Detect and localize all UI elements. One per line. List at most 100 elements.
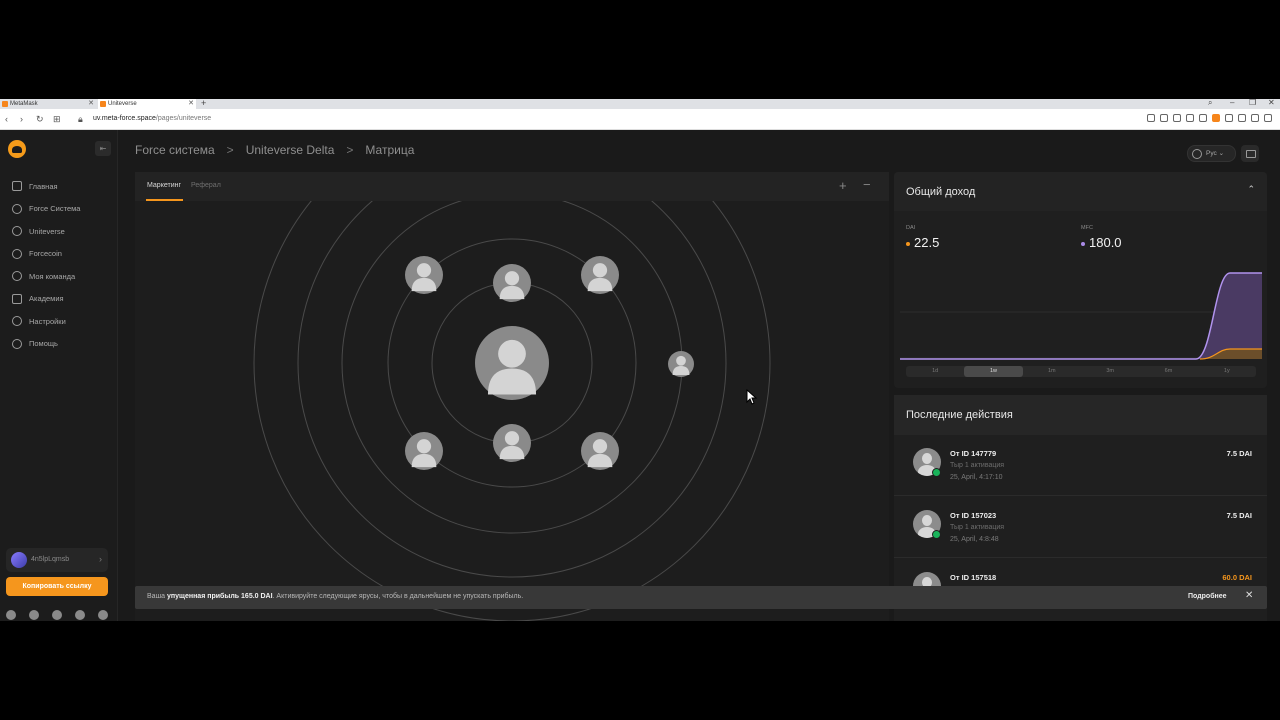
maximize-icon[interactable]: ❐ [1249,99,1256,107]
sidebar-item-academy[interactable]: Академия [12,288,80,311]
extension-icon[interactable] [1147,114,1155,122]
sidebar-item-label: Настройки [29,316,66,326]
url-path: /pages/uniteverse [155,115,212,122]
mfc-label: MFC [1081,225,1093,231]
income-header[interactable]: Общий доход ⌃ [894,172,1267,211]
mfc-value: 180.0 [1089,235,1122,250]
activity-item[interactable]: От ID 147779 Тыр 1 активация 25, April, … [894,435,1267,496]
menu-icon[interactable] [1264,114,1272,122]
partner-slot-avatar[interactable] [581,256,619,294]
user-name: 4n5lpLqmsb [31,556,70,563]
range-3m[interactable]: 3m [1081,366,1139,377]
partner-slot-avatar[interactable] [493,264,531,302]
sun-icon [12,203,22,214]
url-field[interactable]: uv.meta-force.space/pages/uniteverse [93,115,211,122]
sidebar-item-label: Forcecoin [29,249,62,259]
range-1d[interactable]: 1d [906,366,964,377]
partner-slot-avatar[interactable] [668,351,694,377]
home-icon [12,181,22,192]
partner-slot-avatar[interactable] [405,256,443,294]
sidebar-item-team[interactable]: Моя команда [12,265,80,288]
address-bar: ‹ › ↻ ⊞ 🔒︎ uv.meta-force.space/pages/uni… [0,109,1280,130]
instagram-icon[interactable] [98,610,108,620]
sidebar-item-settings[interactable]: Настройки [12,310,80,333]
close-tab-icon[interactable]: ✕ [88,99,94,109]
activity-time: 25, April, 4:8:48 [950,536,999,543]
breadcrumb-force-system[interactable]: Force система [135,143,215,157]
close-icon[interactable]: ✕ [1245,590,1253,601]
tab-metamask[interactable]: MetaMask ✕ [0,99,96,109]
partner-slot-avatar[interactable] [493,424,531,462]
metamask-extension-icon[interactable] [1212,114,1220,122]
chevron-up-icon[interactable]: ⌃ [1247,184,1255,195]
sidebar-item-forcecoin[interactable]: Forcecoin [12,243,80,266]
heart-icon[interactable] [1199,114,1207,122]
sidebar-item-force-system[interactable]: Force Система [12,198,80,221]
apps-icon[interactable]: ⊞ [53,114,61,125]
sidebar-item-uniteverse[interactable]: Uniteverse [12,220,80,243]
zoom-out-button[interactable]: − [863,177,871,192]
telegram-icon[interactable] [52,610,62,620]
download-icon[interactable] [1238,114,1246,122]
sidebar-item-label: Главная [29,181,58,191]
back-icon[interactable]: ‹ [5,114,8,124]
close-window-icon[interactable]: ✕ [1268,99,1275,107]
forward-icon[interactable]: › [20,114,23,124]
reload-icon[interactable]: ↻ [36,114,44,125]
notice-prefix: Ваша [147,593,166,600]
activity-desc: Тыр 1 активация [950,462,1005,469]
tab-marketing[interactable]: Маркетинг [147,182,181,189]
copy-link-button[interactable]: Копировать ссылку [6,577,108,596]
partner-slot-avatar[interactable] [405,432,443,470]
activity-time: 25, April, 4:17:10 [950,474,1003,481]
activity-item[interactable]: От ID 157023 Тыр 1 активация 25, April, … [894,497,1267,558]
collapse-sidebar-button[interactable]: ⇤ [95,141,111,156]
sidebar-nav: Главная Force Система Uniteverse Forceco… [12,175,80,355]
range-1y[interactable]: 1y [1198,366,1256,377]
language-selector[interactable]: Рус ⌄ [1187,145,1236,162]
range-selector: 1d 1w 1m 3m 6m 1y [906,366,1256,377]
youtube-icon[interactable] [6,610,16,620]
chevron-right-icon: › [99,554,102,564]
range-1m[interactable]: 1m [1023,366,1081,377]
language-label: Рус [1206,150,1217,157]
tab-uniteverse[interactable]: Uniteverse ✕ [98,99,196,109]
dai-label: DAI [906,225,916,231]
user-card[interactable]: 4n5lpLqmsb › [6,548,108,572]
cube-icon[interactable] [1225,114,1233,122]
play-icon[interactable] [1186,114,1194,122]
sidebar: ⇤ Главная Force Система Uniteverse Force… [0,130,118,621]
close-tab-icon[interactable]: ✕ [188,99,194,109]
tab-referral[interactable]: Реферал [191,182,221,189]
logo-icon[interactable] [8,140,26,158]
block-icon[interactable] [1173,114,1181,122]
new-tab-button[interactable]: + [201,99,206,108]
mfc-stat: 180.0 [1081,235,1122,250]
profile-icon[interactable] [1251,114,1259,122]
income-chart [900,272,1262,360]
zoom-in-button[interactable]: + [839,178,847,193]
search-tabs-icon[interactable]: ⌕ [1208,99,1212,108]
cursor-shape [746,389,758,405]
more-details-link[interactable]: Подробнее [1188,593,1227,600]
range-1w[interactable]: 1w [964,366,1023,377]
minimize-icon[interactable]: – [1230,99,1234,107]
activity-id: От ID 157023 [950,511,997,520]
team-icon [12,271,22,282]
sidebar-item-home[interactable]: Главная [12,175,80,198]
breadcrumb-matrix: Матрица [365,143,415,157]
settings-icon [12,316,22,327]
screenshot-icon[interactable] [1160,114,1168,122]
center-user-avatar[interactable] [475,326,549,400]
twitter-icon[interactable] [75,610,85,620]
partner-slot-avatar[interactable] [581,432,619,470]
range-6m[interactable]: 6m [1139,366,1197,377]
app: ⇤ Главная Force Система Uniteverse Force… [0,130,1280,621]
breadcrumb-uniteverse-delta[interactable]: Uniteverse Delta [246,143,335,157]
chat-icon[interactable] [29,610,39,620]
mfc-area [900,273,1262,359]
matrix-orbits [253,201,771,621]
avatar [11,552,27,568]
wallet-button[interactable] [1241,145,1259,162]
sidebar-item-help[interactable]: Помощь [12,333,80,356]
